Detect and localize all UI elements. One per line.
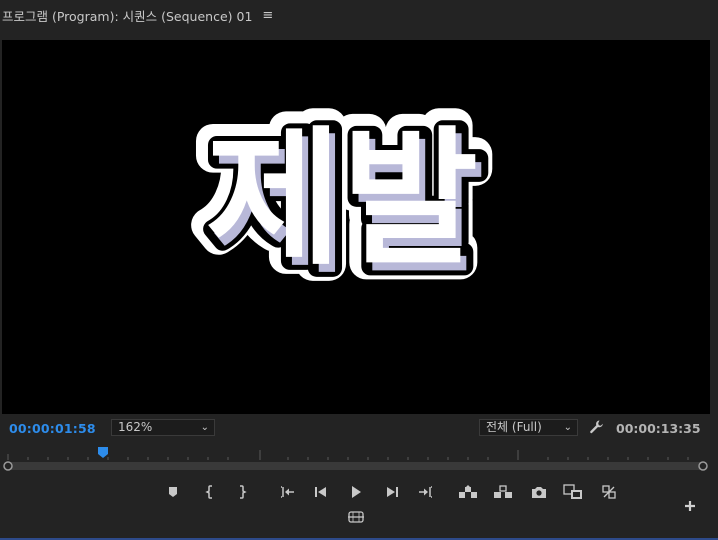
go-to-out-icon[interactable] <box>415 481 437 503</box>
current-timecode[interactable]: 00:00:01:58 <box>9 421 96 436</box>
lift-icon[interactable] <box>457 481 479 503</box>
resolution-value: 전체 (Full) <box>486 420 542 434</box>
scrub-bar <box>8 462 704 470</box>
mark-in-icon[interactable] <box>199 481 221 503</box>
chevron-down-icon: ⌄ <box>200 422 209 433</box>
export-frame-icon[interactable] <box>528 481 550 503</box>
panel-title[interactable]: 프로그램 (Program): 시퀀스 (Sequence) 01 <box>2 6 252 25</box>
in-handle <box>3 461 13 471</box>
program-monitor-viewer[interactable]: 제발 제발 제발 제발 <box>2 40 710 414</box>
wrench-icon[interactable] <box>589 419 605 435</box>
add-marker-icon[interactable] <box>162 481 184 503</box>
go-to-in-icon[interactable] <box>276 481 298 503</box>
vr-video-icon[interactable] <box>345 506 367 528</box>
panel-header: 프로그램 (Program): 시퀀스 (Sequence) 01 ≡ <box>0 0 718 30</box>
monitor-controls-row: 00:00:01:58 162% ⌄ 전체 (Full) ⌄ 00:00:13:… <box>0 414 718 442</box>
step-back-icon[interactable] <box>310 481 332 503</box>
comparison-view-icon[interactable] <box>562 481 584 503</box>
out-handle <box>698 461 708 471</box>
zoom-level-value: 162% <box>118 420 153 434</box>
extract-icon[interactable] <box>492 481 514 503</box>
transport-controls <box>0 478 718 540</box>
duration-timecode: 00:00:13:35 <box>616 421 701 436</box>
play-icon[interactable] <box>345 481 367 503</box>
toggle-proxies-icon[interactable] <box>598 481 620 503</box>
hamburger-menu-icon[interactable]: ≡ <box>262 8 273 23</box>
button-editor-icon[interactable] <box>679 495 701 517</box>
playback-resolution-select[interactable]: 전체 (Full) ⌄ <box>479 419 578 436</box>
caption-text: 제발 <box>206 113 478 285</box>
time-ruler[interactable] <box>0 444 718 474</box>
step-forward-icon[interactable] <box>381 481 403 503</box>
zoom-level-select[interactable]: 162% ⌄ <box>111 419 215 436</box>
caption-graphic: 제발 제발 제발 제발 <box>189 96 495 302</box>
mark-out-icon[interactable] <box>231 481 253 503</box>
ruler-ticks <box>7 450 689 460</box>
chevron-down-icon: ⌄ <box>563 422 572 433</box>
playhead <box>98 447 108 458</box>
